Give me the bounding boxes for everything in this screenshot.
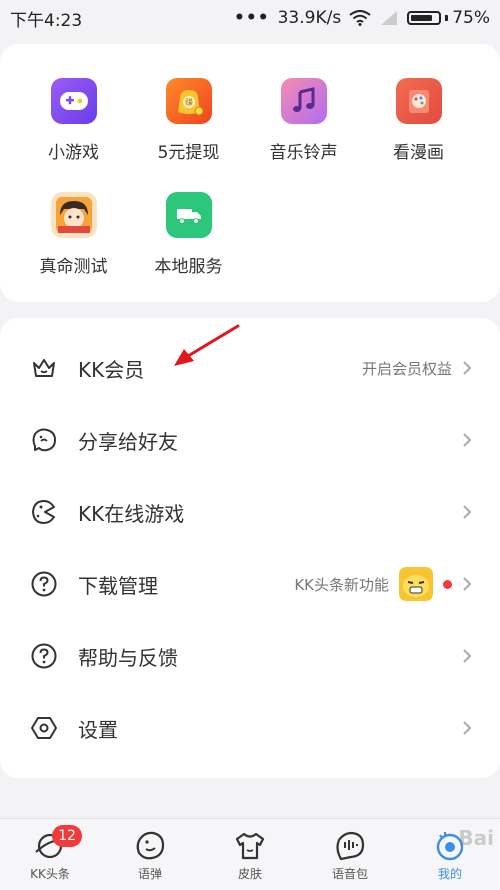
- voice-icon: [336, 831, 365, 861]
- menu-item-download-manager[interactable]: 下载管理 KK头条新功能: [0, 548, 500, 620]
- shirt-icon: [235, 832, 265, 860]
- grid-item-local-services[interactable]: 本地服务: [131, 192, 246, 277]
- chevron-right-icon: [463, 433, 472, 447]
- services-grid-card: 小游戏 赚 5元提现 音乐铃声 看漫画 真命测试 本地服务: [0, 44, 500, 302]
- menu-label: KK在线游戏: [78, 501, 185, 526]
- menu-right: [462, 720, 472, 736]
- menu-right: [462, 432, 472, 448]
- grid-label: 音乐铃声: [269, 143, 338, 163]
- menu-label: 设置: [78, 717, 118, 742]
- grid-item-destiny-test[interactable]: 真命测试: [16, 192, 131, 277]
- money-bag-icon: 赚: [165, 78, 212, 124]
- services-row-1: 小游戏 赚 5元提现 音乐铃声 看漫画: [0, 78, 500, 163]
- nav-item-danmaku[interactable]: 语弹: [100, 819, 200, 890]
- chevron-right-icon: [463, 505, 472, 519]
- nav-label: 皮肤: [237, 867, 262, 881]
- help-icon: [31, 643, 57, 669]
- grid-item-mini-games[interactable]: 小游戏: [16, 78, 131, 163]
- truck-icon: [165, 192, 212, 238]
- menu-right: KK头条新功能: [294, 567, 472, 601]
- annotation-arrow-icon: [174, 324, 240, 366]
- menu-item-help-feedback[interactable]: 帮助与反馈: [0, 620, 500, 692]
- network-speed: 33.9K/s: [277, 8, 342, 28]
- chevron-right-icon: [463, 721, 472, 735]
- battery-icon: [407, 11, 442, 25]
- settings-hexagon-icon: [31, 717, 57, 739]
- menu-item-share-friends[interactable]: 分享给好友: [0, 404, 500, 476]
- grid-label: 小游戏: [48, 143, 99, 163]
- grid-item-comics[interactable]: 看漫画: [361, 78, 476, 163]
- unread-badge: 12: [52, 825, 82, 847]
- grid-item-ringtones[interactable]: 音乐铃声: [246, 78, 361, 163]
- chevron-right-icon: [463, 649, 472, 663]
- new-dot-indicator: [443, 579, 452, 589]
- menu-right: [462, 504, 472, 520]
- grid-label: 本地服务: [154, 257, 223, 277]
- character-gift-icon: [50, 192, 97, 238]
- chevron-right-icon: [463, 577, 472, 591]
- nav-label: 语音包: [331, 867, 368, 881]
- nav-item-skins[interactable]: 皮肤: [200, 819, 300, 890]
- menu-label: 下载管理: [78, 573, 158, 598]
- status-time: 下午4:23: [10, 10, 83, 31]
- grid-label: 5元提现: [157, 143, 220, 163]
- gamepad-icon: [50, 78, 97, 124]
- battery-indicator: 75%: [407, 8, 490, 28]
- crown-icon: [33, 359, 55, 377]
- nav-item-kk-headlines[interactable]: 12 KK头条: [0, 819, 100, 890]
- share-face-icon: [32, 428, 56, 452]
- nav-item-voice-pack[interactable]: 语音包: [300, 819, 400, 890]
- nav-label: 我的: [437, 867, 462, 881]
- vip-benefits-hint: 开启会员权益: [361, 359, 452, 378]
- chevron-right-icon: [463, 361, 472, 375]
- new-feature-hint: KK头条新功能: [294, 575, 389, 594]
- grid-label: 看漫画: [393, 143, 444, 163]
- game-face-icon: [32, 500, 55, 524]
- nav-label: KK头条: [30, 867, 70, 881]
- emoji-face-icon: [399, 567, 433, 601]
- palette-book-icon: [395, 78, 442, 124]
- menu-item-kk-vip[interactable]: KK会员 开启会员权益: [0, 332, 500, 404]
- music-note-icon: [280, 78, 327, 124]
- menu-right: 开启会员权益: [362, 358, 472, 379]
- grid-label: 真命测试: [39, 257, 108, 277]
- menu-card: KK会员 开启会员权益 分享给好友 KK在线游戏 下载管理 KK头条新功能 帮助…: [0, 318, 500, 778]
- question-icon: [31, 571, 57, 597]
- status-bar: 下午4:23 ••• 33.9K/s 75%: [0, 0, 500, 36]
- menu-item-online-games[interactable]: KK在线游戏: [0, 476, 500, 548]
- svg-text:赚: 赚: [185, 97, 193, 107]
- menu-label: KK会员: [78, 357, 145, 382]
- menu-right: [462, 648, 472, 664]
- nav-item-mine[interactable]: 我的: [400, 819, 500, 890]
- services-row-2: 真命测试 本地服务: [0, 192, 500, 277]
- bottom-navigation: 12 KK头条 语弹 皮肤 语音包 我的: [0, 818, 500, 890]
- signal-icon: [381, 11, 398, 25]
- menu-label: 帮助与反馈: [78, 645, 178, 670]
- wifi-icon: [349, 10, 371, 26]
- profile-icon: [436, 832, 464, 861]
- menu-label: 分享给好友: [78, 429, 178, 454]
- face-icon: [136, 831, 165, 860]
- menu-item-settings[interactable]: 设置: [0, 692, 500, 764]
- nav-label: 语弹: [137, 867, 162, 881]
- battery-percent: 75%: [452, 8, 490, 28]
- grid-item-cash-out[interactable]: 赚 5元提现: [131, 78, 246, 163]
- more-dots-icon: •••: [234, 8, 270, 28]
- status-indicators: ••• 33.9K/s 75%: [234, 8, 490, 28]
